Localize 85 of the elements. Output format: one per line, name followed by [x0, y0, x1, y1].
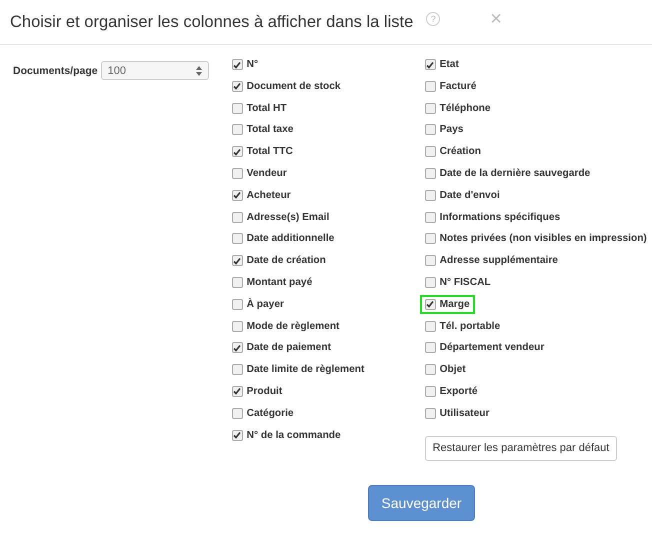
checkbox[interactable]	[232, 168, 243, 179]
checkmark-icon	[233, 148, 242, 156]
column-option[interactable]: Vendeur	[228, 166, 290, 181]
column-option[interactable]: Création	[422, 144, 484, 160]
column-option[interactable]: Pays	[422, 122, 466, 138]
column-option[interactable]: Facturé	[422, 78, 480, 94]
column-option[interactable]: Marge	[422, 296, 473, 312]
checkmark-icon	[426, 60, 434, 68]
dialog-title: Choisir et organiser les colonnes à afficher dans la liste	[10, 12, 414, 32]
checkmark-icon	[233, 82, 242, 90]
checkmark-icon	[233, 387, 242, 396]
checkmark-icon	[233, 344, 242, 352]
page-size-label: Documents/page	[13, 65, 98, 79]
column-option[interactable]: N° FISCAL	[422, 274, 494, 290]
column-option[interactable]: Montant payé	[228, 274, 316, 290]
checkmark-icon	[233, 431, 242, 440]
checkbox[interactable]	[232, 59, 243, 70]
checkmark-icon	[233, 256, 242, 265]
checkbox[interactable]	[424, 320, 436, 332]
sort-arrows-icon	[196, 66, 202, 76]
page-size-select[interactable]: 100	[100, 61, 209, 80]
checkbox[interactable]	[232, 276, 243, 288]
column-option[interactable]: Date de paiement	[228, 340, 334, 356]
checkbox[interactable]	[232, 364, 243, 376]
checkbox[interactable]	[232, 386, 243, 397]
column-option[interactable]: Date de la dernière sauvegarde	[422, 166, 594, 181]
column-option[interactable]: Département vendeur	[422, 340, 548, 356]
checkbox[interactable]	[232, 255, 243, 266]
checkmark-icon	[233, 60, 242, 68]
checkbox[interactable]	[424, 255, 436, 266]
column-option[interactable]: Téléphone	[422, 100, 494, 116]
column-option[interactable]: Informations spécifiques	[422, 210, 564, 225]
checkbox[interactable]	[424, 59, 436, 70]
checkbox[interactable]	[424, 146, 436, 158]
column-option[interactable]: Utilisateur	[422, 406, 492, 421]
column-option[interactable]: Document de stock	[228, 78, 344, 94]
checkbox[interactable]	[232, 342, 243, 354]
column-option[interactable]: Tél. portable	[422, 318, 504, 334]
checkbox[interactable]	[424, 408, 436, 419]
checkbox[interactable]	[424, 80, 436, 92]
checkmark-icon	[426, 300, 434, 308]
checkbox[interactable]	[232, 320, 243, 332]
checkbox[interactable]	[232, 408, 243, 419]
checkbox[interactable]	[232, 102, 243, 114]
column-option[interactable]: Date limite de règlement	[228, 362, 368, 378]
column-option[interactable]: Total HT	[228, 100, 290, 116]
column-option[interactable]: Date d'envoi	[422, 188, 503, 203]
column-option[interactable]: N°	[228, 57, 262, 72]
checkbox[interactable]	[424, 168, 436, 179]
checkbox[interactable]	[424, 386, 436, 397]
column-option[interactable]: Produit	[228, 384, 286, 399]
reset-defaults-button[interactable]: Restaurer les paramètres par défaut	[424, 436, 618, 461]
checkbox[interactable]	[232, 124, 243, 136]
checkbox[interactable]	[232, 80, 243, 92]
checkbox[interactable]	[232, 190, 243, 201]
column-option[interactable]: Etat	[422, 57, 462, 72]
checkbox[interactable]	[424, 276, 436, 288]
checkbox[interactable]	[232, 430, 243, 441]
column-option[interactable]: Catégorie	[228, 406, 297, 421]
checkbox[interactable]	[424, 102, 436, 114]
column-option[interactable]: Total taxe	[228, 122, 296, 138]
column-option[interactable]: Adresse supplémentaire	[422, 253, 561, 268]
checkbox[interactable]	[424, 342, 436, 354]
column-option[interactable]: À payer	[228, 296, 287, 312]
checkbox[interactable]	[232, 146, 243, 158]
checkbox[interactable]	[232, 212, 243, 223]
checkbox[interactable]	[232, 233, 243, 244]
column-option[interactable]: Date de création	[228, 253, 329, 268]
column-option[interactable]: Mode de règlement	[228, 318, 342, 334]
column-option[interactable]: Objet	[422, 362, 469, 378]
checkbox[interactable]	[424, 124, 436, 136]
column-option[interactable]: Exporté	[422, 384, 481, 399]
checkbox[interactable]	[232, 298, 243, 310]
column-option[interactable]: Date additionnelle	[228, 231, 338, 246]
checkbox[interactable]	[424, 212, 436, 223]
column-option[interactable]: Total TTC	[228, 144, 296, 160]
column-option[interactable]: Adresse(s) Email	[228, 210, 332, 225]
column-option[interactable]: N° de la commande	[228, 428, 344, 443]
checkmark-icon	[233, 191, 242, 200]
checkbox[interactable]	[424, 298, 436, 310]
checkbox[interactable]	[424, 190, 436, 201]
column-option[interactable]: Notes privées (non visibles en impression)	[422, 231, 650, 246]
checkbox[interactable]	[424, 364, 436, 376]
checkbox[interactable]	[424, 233, 436, 244]
column-option[interactable]: Acheteur	[228, 188, 294, 203]
